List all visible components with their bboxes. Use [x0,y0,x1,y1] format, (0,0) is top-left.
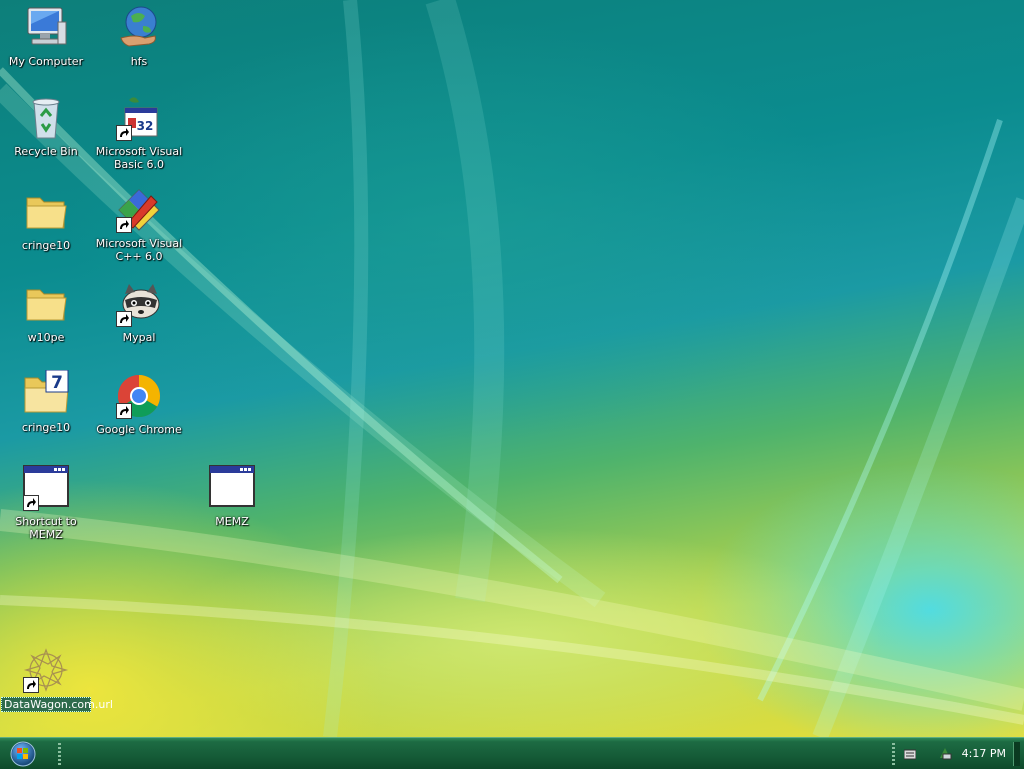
desktop-icon-w10pe-folder[interactable]: w10pe [1,280,91,344]
desktop-icon-my-computer[interactable]: My Computer [1,4,91,68]
desktop: My Computer Recycle Bin cringe10 w10pe 7… [0,0,1024,737]
desktop-icon-label: Mypal [122,331,156,344]
svg-text:7: 7 [51,373,63,393]
desktop-icon-vc6[interactable]: Microsoft Visual C++ 6.0 [94,186,184,263]
folder-icon [22,188,70,236]
chrome-icon [115,372,163,420]
svg-text:32: 32 [137,119,154,133]
keyboard-icon[interactable] [903,748,917,763]
desktop-icon-label: My Computer [8,55,84,68]
windows-orb-icon [10,741,36,767]
window-app-icon [22,464,70,512]
desktop-icon-hfs[interactable]: hfs [94,4,184,68]
desktop-icon-cringe10-folder[interactable]: cringe10 [1,188,91,252]
desktop-icon-label: cringe10 [21,239,71,252]
vc6-icon [115,186,163,234]
desktop-icon-label: Recycle Bin [14,145,78,158]
recycle-bin-icon [22,94,70,142]
computer-icon [22,4,70,52]
network-icon[interactable] [938,746,952,763]
globe-hand-icon [115,4,163,52]
clock[interactable]: 4:17 PM [962,747,1006,760]
desktop-icon-datawagon-url[interactable]: DataWagon.com.url [1,646,113,712]
window-app-icon [208,464,256,512]
folder-7-icon: 7 [22,369,70,418]
taskbar-grip[interactable] [58,743,61,765]
show-desktop-button[interactable] [1013,742,1020,766]
desktop-icon-recycle-bin[interactable]: Recycle Bin [1,94,91,158]
desktop-icon-vb6[interactable]: 32 Microsoft Visual Basic 6.0 [94,94,184,171]
desktop-icon-label: w10pe [27,331,65,344]
shortcut-arrow-icon [23,495,39,511]
raccoon-icon [115,280,163,328]
shortcut-arrow-icon [116,311,132,327]
desktop-icon-label: Microsoft Visual C++ 6.0 [95,237,183,263]
desktop-icon-cringe10-win7[interactable]: 7 cringe10 [1,369,91,434]
desktop-icon-label: Shortcut to MEMZ [15,515,77,541]
shortcut-arrow-icon [116,217,132,233]
desktop-icon-label: DataWagon.com.url [1,697,113,712]
system-tray: 4:17 PM [890,738,1020,769]
folder-icon [22,280,70,328]
desktop-icon-label: Google Chrome [96,423,182,436]
desktop-icon-shortcut-to-memz[interactable]: Shortcut to MEMZ [1,464,91,541]
desktop-icon-label: Microsoft Visual Basic 6.0 [95,145,183,171]
datawagon-icon [22,646,70,694]
taskbar: 4:17 PM [0,737,1024,769]
start-button[interactable] [8,740,38,768]
desktop-icon-label: hfs [130,55,148,68]
desktop-icon-google-chrome[interactable]: Google Chrome [94,372,184,436]
desktop-icon-memz[interactable]: MEMZ [187,464,277,528]
desktop-icon-label: cringe10 [21,421,71,434]
tray-grip[interactable] [892,743,895,765]
shortcut-arrow-icon [23,677,39,693]
shortcut-arrow-icon [116,403,132,419]
desktop-icon-label: MEMZ [215,515,249,528]
desktop-icon-mypal[interactable]: Mypal [94,280,184,344]
shortcut-arrow-icon [116,125,132,141]
vb6-icon: 32 [115,94,163,142]
